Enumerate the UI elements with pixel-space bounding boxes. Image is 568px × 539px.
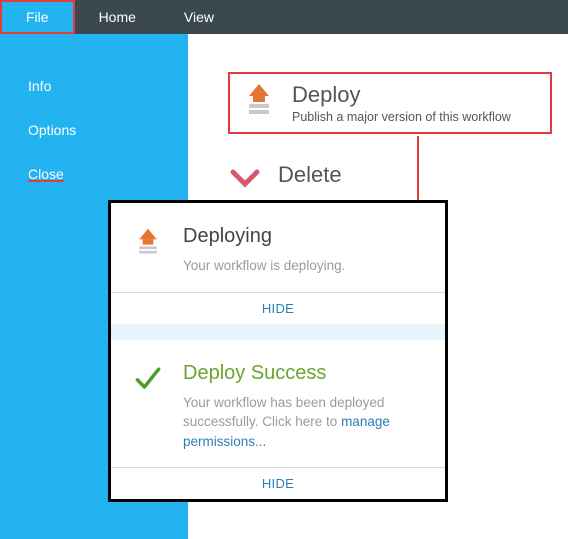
panel-separator [111, 324, 445, 340]
home-tab[interactable]: Home [75, 0, 160, 34]
deploying-panel: Deploying Your workflow is deploying. [111, 203, 445, 292]
tab-bar: File Home View [0, 0, 568, 34]
success-hide-label: HIDE [262, 476, 294, 491]
content-area: Deploy Publish a major version of this w… [188, 34, 568, 539]
file-tab-label: File [26, 9, 49, 25]
deploying-message: Your workflow is deploying. [183, 256, 425, 276]
success-message: Your workflow has been deployed successf… [183, 393, 425, 452]
sidebar-label-info: Info [28, 78, 51, 94]
view-tab-label: View [184, 9, 214, 25]
sidebar-item-close[interactable]: Close [0, 152, 188, 196]
sidebar-item-info[interactable]: Info [0, 64, 188, 108]
sidebar-item-options[interactable]: Options [0, 108, 188, 152]
success-icon [131, 362, 165, 396]
home-tab-label: Home [99, 9, 136, 25]
view-tab[interactable]: View [160, 0, 238, 34]
deploying-hide-label: HIDE [262, 301, 294, 316]
status-overlay: Deploying Your workflow is deploying. HI… [108, 200, 448, 502]
deploying-icon [131, 225, 165, 259]
delete-title: Delete [278, 162, 342, 188]
deploy-title: Deploy [292, 82, 511, 108]
file-tab[interactable]: File [0, 0, 75, 34]
delete-card[interactable]: Delete [228, 162, 342, 196]
success-hide-button[interactable]: HIDE [111, 467, 445, 499]
success-title: Deploy Success [183, 362, 425, 385]
success-panel: Deploy Success Your workflow has been de… [111, 340, 445, 468]
delete-icon [228, 162, 262, 196]
sidebar-label-close: Close [28, 166, 64, 182]
deploying-title: Deploying [183, 225, 425, 248]
deploy-icon [242, 82, 276, 116]
deploying-hide-button[interactable]: HIDE [111, 292, 445, 324]
sidebar-label-options: Options [28, 122, 76, 138]
deploy-subtitle: Publish a major version of this workflow [292, 110, 511, 124]
deploy-card[interactable]: Deploy Publish a major version of this w… [228, 72, 552, 134]
